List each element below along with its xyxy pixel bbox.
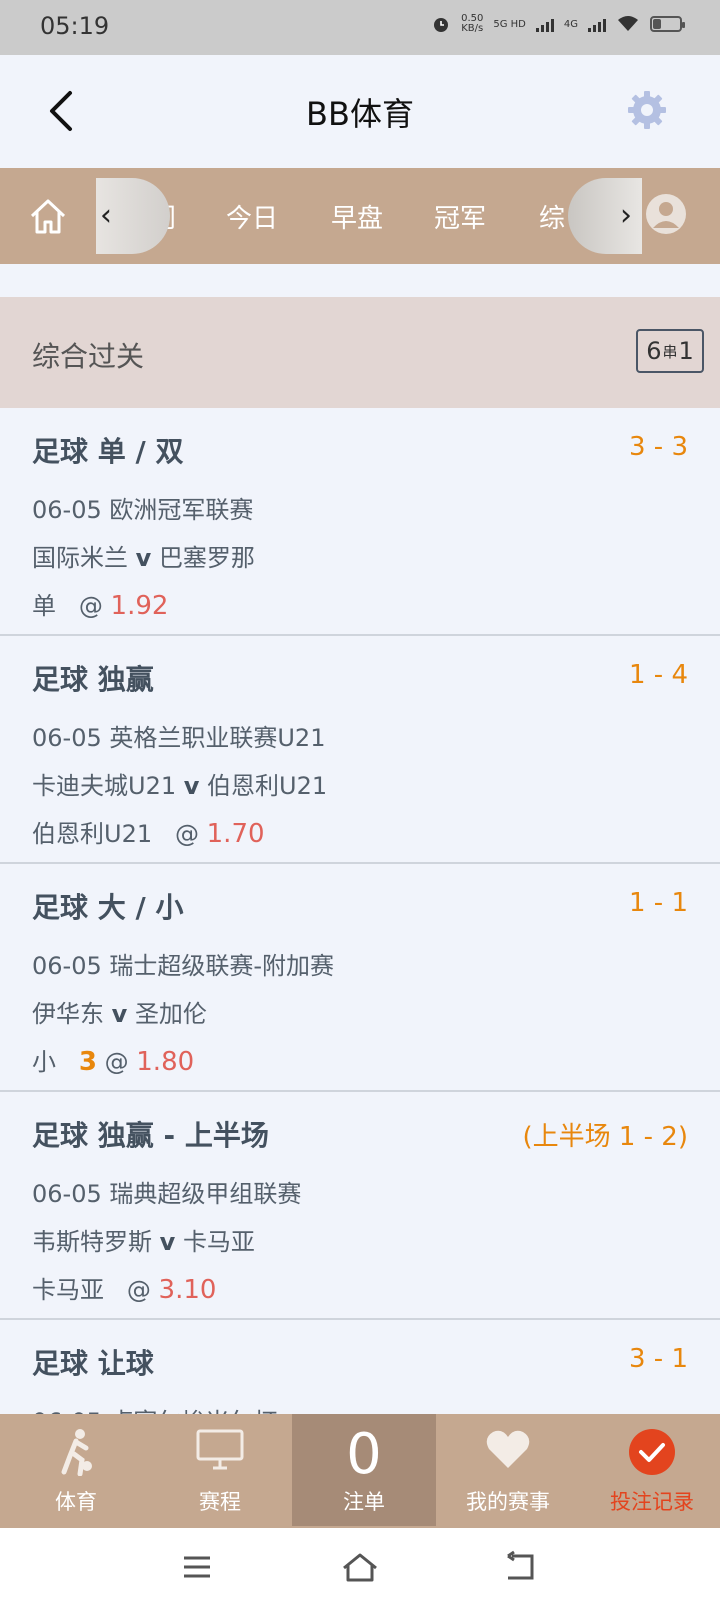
tab-bet-slip[interactable]: 0 注单 xyxy=(292,1414,436,1526)
wifi-icon xyxy=(618,16,638,31)
tab-bet-records[interactable]: 投注记录 xyxy=(580,1414,720,1528)
alarm-icon xyxy=(434,18,449,32)
check-circle-icon xyxy=(629,1429,675,1475)
bet-teams: 伊华东 v 圣加伦 xyxy=(32,1000,207,1028)
chevron-right-icon: › xyxy=(620,198,632,233)
bet-league: 06-05 欧洲冠军联赛 xyxy=(32,496,254,524)
network-speed: 0.50 KB/s xyxy=(461,13,484,34)
status-icons: 0.50 KB/s 5G HD 4G xyxy=(431,13,685,34)
bet-slip-count: 0 xyxy=(346,1422,382,1487)
bet-handicap: 3 xyxy=(78,1047,97,1077)
scroll-right-button[interactable]: › xyxy=(568,178,642,254)
bet-teams: 韦斯特罗斯 v 卡马亚 xyxy=(32,1228,255,1256)
battery-icon xyxy=(650,16,685,32)
sports-player-icon xyxy=(61,1429,92,1476)
bet-league: 06-05 瑞典超级甲组联赛 xyxy=(32,1180,302,1208)
bet-score: (上半场 1 - 2) xyxy=(522,1122,688,1152)
home-nav-icon[interactable] xyxy=(340,1550,380,1584)
monitor-icon xyxy=(196,1429,244,1470)
bet-pick: 单 @ 1.92 xyxy=(32,591,169,621)
tab-today[interactable]: 今日 xyxy=(226,198,278,235)
bet-odds: 1.70 xyxy=(206,819,265,849)
bet-score: 3 - 1 xyxy=(629,1344,688,1374)
status-bar: 05:19 0.50 KB/s 5G HD 4G xyxy=(0,0,720,55)
network-5g-label: 5G HD xyxy=(493,18,526,30)
bet-market: 足球 单 / 双 xyxy=(32,435,184,468)
bet-card: 足球 独赢 - 上半场 (上半场 1 - 2) 06-05 瑞典超级甲组联赛 韦… xyxy=(0,1092,720,1320)
tab-schedule[interactable]: 赛程 xyxy=(148,1414,292,1528)
user-avatar-icon[interactable] xyxy=(644,192,688,236)
back-nav-icon[interactable] xyxy=(502,1550,538,1584)
home-icon[interactable] xyxy=(26,194,70,238)
bet-pick: 小 3 @ 1.80 xyxy=(32,1047,195,1077)
tab-my-matches[interactable]: 我的赛事 xyxy=(436,1414,580,1528)
bet-score: 3 - 3 xyxy=(629,432,688,462)
bet-score: 1 - 4 xyxy=(629,660,688,690)
bet-league: 06-05 英格兰职业联赛U21 xyxy=(32,724,326,752)
title-bar: BB体育 xyxy=(0,55,720,168)
bet-league: 06-05 瑞士超级联赛-附加赛 xyxy=(32,952,335,980)
signal-4g-icon xyxy=(588,16,606,32)
menu-icon[interactable] xyxy=(180,1550,214,1584)
bet-card: 足球 单 / 双 3 - 3 06-05 欧洲冠军联赛 国际米兰 v 巴塞罗那 … xyxy=(0,408,720,636)
parlay-section-header: 综合过关 6 串 1 xyxy=(0,297,720,408)
bet-pick: 伯恩利U21 @ 1.70 xyxy=(32,819,265,849)
bet-odds: 1.80 xyxy=(136,1047,195,1077)
bet-market: 足球 独赢 - 上半场 xyxy=(32,1119,269,1152)
bet-odds: 1.92 xyxy=(110,591,169,621)
tab-sports[interactable]: 体育 xyxy=(4,1414,148,1528)
parlay-type-badge[interactable]: 6 串 1 xyxy=(636,329,704,373)
bet-pick: 卡马亚 @ 3.10 xyxy=(32,1275,217,1305)
bet-market: 足球 独赢 xyxy=(32,663,154,696)
network-4g-label: 4G xyxy=(563,18,578,30)
bet-teams: 国际米兰 v 巴塞罗那 xyxy=(32,544,255,572)
section-title: 综合过关 xyxy=(32,340,145,373)
bottom-tab-bar: 体育 赛程 0 注单 我的赛事 投注记录 xyxy=(0,1414,720,1528)
signal-5g-icon xyxy=(535,16,554,32)
bet-card: 足球 独赢 1 - 4 06-05 英格兰职业联赛U21 卡迪夫城U21 v 伯… xyxy=(0,636,720,864)
heart-icon xyxy=(486,1430,530,1468)
bet-market: 足球 让球 xyxy=(32,1347,154,1380)
status-time: 05:19 xyxy=(40,12,110,40)
bet-teams: 卡迪夫城U21 v 伯恩利U21 xyxy=(32,772,328,800)
bet-market: 足球 大 / 小 xyxy=(32,891,184,924)
page-title: BB体育 xyxy=(306,95,414,133)
tab-early[interactable]: 早盘 xyxy=(331,198,383,235)
scroll-left-button[interactable]: ‹ xyxy=(96,178,170,254)
system-nav-bar xyxy=(0,1528,720,1612)
bet-card: 足球 大 / 小 1 - 1 06-05 瑞士超级联赛-附加赛 伊华东 v 圣加… xyxy=(0,864,720,1092)
bet-score: 1 - 1 xyxy=(629,888,688,918)
category-nav: 热门 今日 早盘 冠军 综 ‹ › xyxy=(0,168,720,264)
bet-odds: 3.10 xyxy=(158,1275,217,1305)
gear-icon[interactable] xyxy=(626,89,668,131)
tab-combo[interactable]: 综 xyxy=(539,198,565,235)
tab-champion[interactable]: 冠军 xyxy=(434,198,486,235)
chevron-left-icon: ‹ xyxy=(100,198,112,233)
